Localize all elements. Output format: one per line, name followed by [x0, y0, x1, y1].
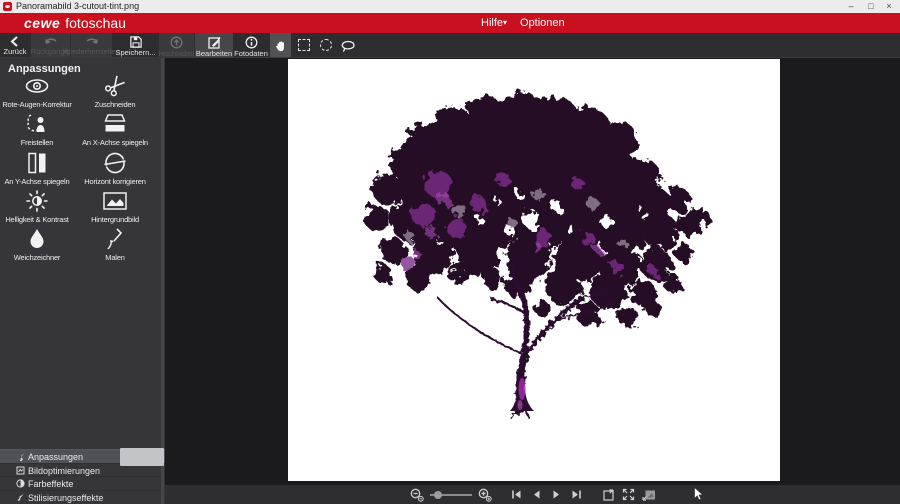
main-toolbar: Zurück Rückgängig Wiederherstellen Speic… [0, 33, 900, 58]
app-header: cewe fotoschau Hilfe ▾ Optionen [0, 13, 900, 33]
tool-malen[interactable]: Malen [74, 227, 156, 262]
rect-select-tool[interactable] [294, 33, 314, 57]
fullscreen-button[interactable] [622, 488, 636, 502]
hand-tool[interactable] [270, 33, 291, 57]
paint-icon [105, 227, 125, 251]
hand-icon [274, 39, 287, 52]
zoom-in-button[interactable] [478, 488, 492, 502]
info-icon [245, 36, 258, 49]
tool-horizont-korrigieren[interactable]: Horizont korrigieren [74, 151, 156, 186]
image-viewport [165, 58, 900, 485]
optimize-icon [16, 466, 28, 475]
section-stilisierungseffekte[interactable]: Stilisierungseffekte [0, 490, 165, 504]
cutout-icon [25, 112, 49, 136]
minimize-button[interactable]: – [842, 0, 860, 13]
tree-image [288, 59, 780, 481]
style-icon [16, 493, 28, 502]
section-farbeffekte[interactable]: Farbeffekte [0, 476, 165, 490]
horizon-icon [103, 151, 127, 175]
edit-icon [208, 36, 221, 49]
ellipse-select-tool[interactable] [316, 33, 336, 57]
image-canvas[interactable] [288, 59, 780, 481]
undo-icon [44, 36, 58, 47]
last-image-button[interactable] [570, 488, 584, 502]
save-button[interactable]: Speichern... [113, 33, 158, 57]
sidebar-scrollbar-track[interactable] [161, 58, 164, 504]
maximize-button[interactable]: □ [862, 0, 880, 13]
next-image-button[interactable] [550, 488, 564, 502]
save-icon [130, 36, 142, 48]
brightness-icon [25, 189, 49, 213]
flip-y-icon [26, 151, 48, 175]
back-icon [9, 36, 21, 47]
title-bar: Panoramabild 3-cutout-tint.png – □ × [0, 0, 900, 13]
window-title: Panoramabild 3-cutout-tint.png [16, 0, 139, 13]
brand-logo: cewe fotoschau [24, 15, 126, 31]
tool-rote-augen-korrektur[interactable]: Rote-Augen-Korrektur [0, 74, 74, 109]
tool-helligkeit-kontrast[interactable]: Helligkeit & Kontrast [0, 189, 74, 224]
edit-button[interactable]: Bearbeiten [195, 33, 233, 57]
blur-drop-icon [27, 227, 47, 251]
sidebar-scrollbar-thumb[interactable] [120, 448, 164, 466]
original-size-button[interactable] [602, 488, 616, 502]
rect-select-icon [298, 39, 310, 51]
color-icon [16, 479, 28, 488]
app-logo-icon [3, 2, 12, 11]
fit-to-window-button[interactable] [642, 488, 656, 502]
first-image-button[interactable] [510, 488, 524, 502]
zoom-slider[interactable] [430, 488, 472, 502]
brand-script: cewe [24, 15, 60, 31]
wrench-icon [16, 452, 28, 461]
adjustments-panel: Anpassungen Rote-Augen-Korrektur Zuschne… [0, 58, 165, 504]
upload-button: Hochladen [159, 33, 194, 57]
zoom-navigation-bar [165, 485, 900, 504]
ellipse-select-icon [320, 39, 332, 51]
previous-image-button[interactable] [530, 488, 544, 502]
tool-an-x-achse-spiegeln[interactable]: An X-Achse spiegeln [74, 112, 156, 147]
tool-weichzeichner[interactable]: Weichzeichner [0, 227, 74, 262]
mouse-cursor [694, 487, 705, 501]
tool-zuschneiden[interactable]: Zuschneiden [74, 74, 156, 109]
chevron-down-icon[interactable]: ▾ [503, 18, 507, 27]
scissors-icon [104, 74, 126, 98]
upload-icon [170, 36, 183, 49]
background-icon [102, 189, 128, 213]
tool-freistellen[interactable]: Freistellen [0, 112, 74, 147]
zoom-slider-handle[interactable] [434, 491, 442, 499]
close-button[interactable]: × [880, 0, 898, 13]
eye-icon [25, 74, 49, 98]
tool-an-y-achse-spiegeln[interactable]: An Y-Achse spiegeln [0, 151, 74, 186]
redo-button: Wiederherstellen [71, 33, 112, 57]
menu-optionen[interactable]: Optionen [520, 17, 565, 29]
fotodaten-button[interactable]: Fotodaten [234, 33, 268, 57]
menu-hilfe[interactable]: Hilfe [481, 17, 503, 29]
lasso-icon [341, 39, 355, 52]
back-button[interactable]: Zurück [0, 33, 30, 57]
brand-name: fotoschau [65, 15, 126, 31]
zoom-out-button[interactable] [410, 488, 424, 502]
redo-icon [85, 36, 99, 47]
flip-x-icon [102, 112, 128, 136]
lasso-tool[interactable] [338, 33, 358, 57]
tool-hintergrundbild[interactable]: Hintergrundbild [74, 189, 156, 224]
